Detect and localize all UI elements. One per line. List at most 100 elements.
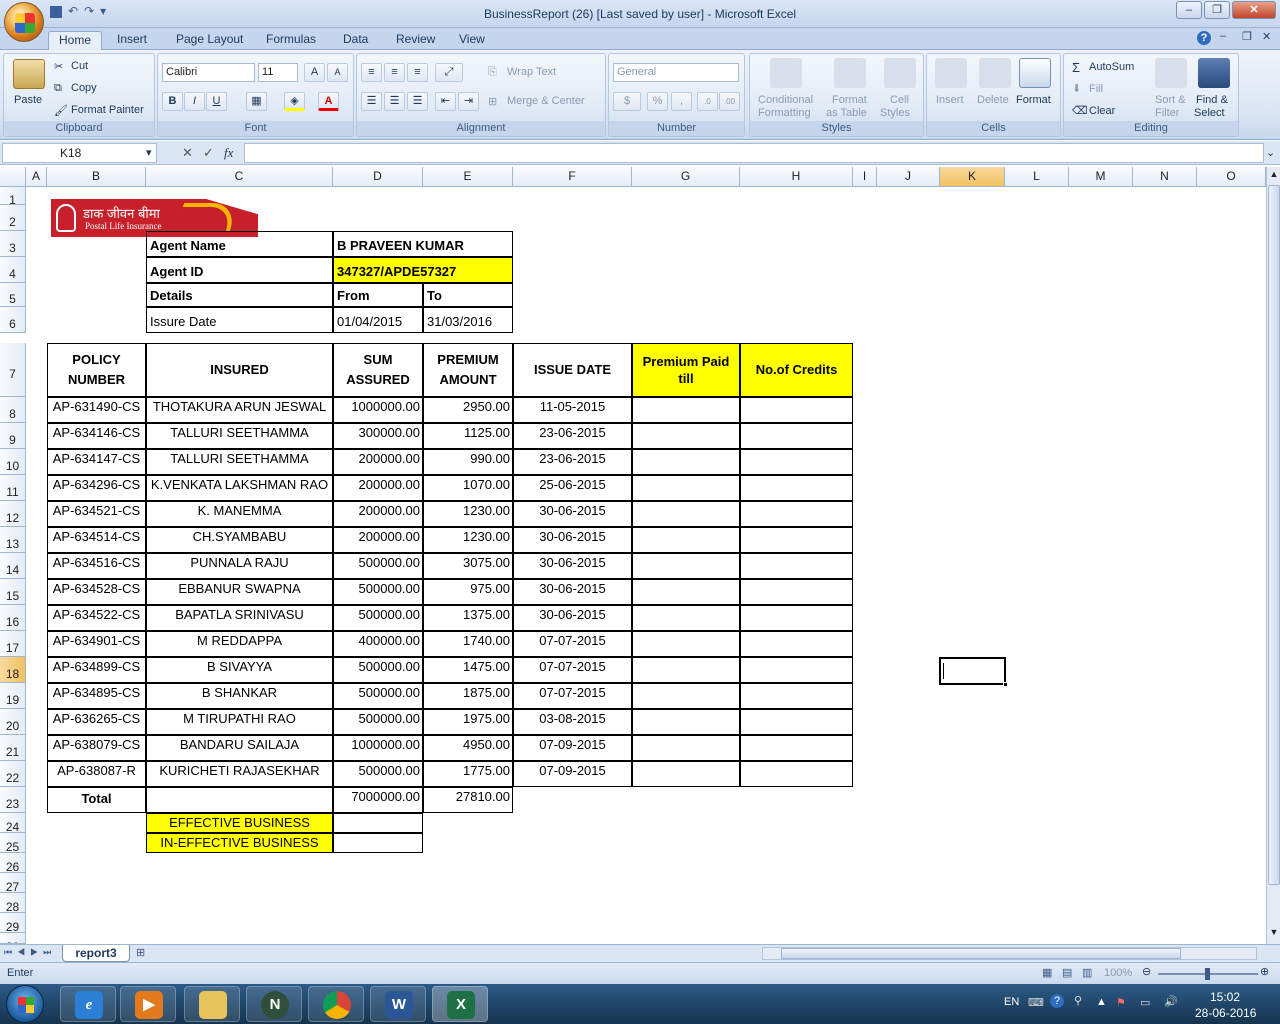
premium-amount-cell[interactable]: 1775.00 [423,761,513,787]
row-header-10[interactable]: 10 [0,449,26,475]
col-header-j[interactable]: J [877,167,940,187]
policy-number-cell[interactable]: AP-634296-CS [47,475,146,501]
no-of-credits-cell[interactable] [740,553,853,579]
col-header-h[interactable]: H [740,167,853,187]
no-of-credits-cell[interactable] [740,709,853,735]
policy-number-cell[interactable]: AP-634895-CS [47,683,146,709]
insured-cell[interactable]: CH.SYAMBABU [146,527,333,553]
agent-name-label[interactable]: Agent Name [146,231,333,257]
bold-icon[interactable]: B [162,92,183,111]
col-header-i[interactable]: I [853,167,877,187]
row-header-2[interactable]: 2 [0,205,26,231]
insured-cell[interactable]: BANDARU SAILAJA [146,735,333,761]
premium-paid-till-cell[interactable] [632,709,740,735]
fill-button[interactable]: Fill [1089,83,1103,95]
sheet-tab-report3[interactable]: report3 [62,945,130,962]
no-of-credits-cell[interactable] [740,605,853,631]
sum-assured-cell[interactable]: 1000000.00 [333,735,423,761]
orientation-icon[interactable]: ⤢ [435,63,463,82]
sum-assured-cell[interactable]: 200000.00 [333,527,423,553]
taskbar-nero[interactable]: N [246,986,302,1022]
total-insured-cell[interactable] [146,787,333,813]
sum-assured-cell[interactable]: 500000.00 [333,761,423,787]
policy-number-cell[interactable]: AP-634147-CS [47,449,146,475]
premium-paid-till-cell[interactable] [632,605,740,631]
no-of-credits-cell[interactable] [740,475,853,501]
no-of-credits-cell[interactable] [740,657,853,683]
no-of-credits-cell[interactable] [740,397,853,423]
grow-font-icon[interactable]: A [304,63,325,82]
premium-paid-till-cell[interactable] [632,735,740,761]
scroll-thumb[interactable] [1268,185,1280,885]
no-of-credits-cell[interactable] [740,501,853,527]
to-label[interactable]: To [423,283,513,307]
row-header-9[interactable]: 9 [0,423,26,449]
no-of-credits-cell[interactable] [740,579,853,605]
sort-filter-button[interactable]: Sort & [1155,94,1186,106]
issue-date-cell[interactable]: 07-07-2015 [513,657,632,683]
col-header-n[interactable]: N [1133,167,1197,187]
copy-button[interactable]: Copy [71,82,97,94]
insured-cell[interactable]: TALLURI SEETHAMMA [146,449,333,475]
issue-date-cell[interactable]: 30-06-2015 [513,553,632,579]
vertical-scrollbar[interactable]: ▲ ▼ [1266,167,1280,944]
no-of-credits-cell[interactable] [740,449,853,475]
col-header-o[interactable]: O [1197,167,1266,187]
row-header-18[interactable]: 18 [0,657,26,683]
row-header-15[interactable]: 15 [0,579,26,605]
premium-amount-cell[interactable]: 3075.00 [423,553,513,579]
issue-date-cell[interactable]: 30-06-2015 [513,605,632,631]
insert-cells-button[interactable]: Insert [936,94,964,106]
issue-date-cell[interactable]: 07-07-2015 [513,631,632,657]
header-insured[interactable]: INSURED [146,343,333,397]
premium-amount-cell[interactable]: 1230.00 [423,527,513,553]
scroll-up-icon[interactable]: ▲ [1268,169,1280,183]
premium-paid-till-cell[interactable] [632,579,740,605]
insured-cell[interactable]: KURICHETI RAJASEKHAR [146,761,333,787]
row-header-13[interactable]: 13 [0,527,26,553]
col-header-c[interactable]: C [146,167,333,187]
select-all-corner[interactable] [0,167,26,187]
language-indicator[interactable]: EN [1004,996,1019,1008]
issue-date-cell[interactable]: 25-06-2015 [513,475,632,501]
name-box[interactable]: K18 [2,143,157,163]
premium-paid-till-cell[interactable] [632,449,740,475]
keyboard-icon[interactable]: ⌨ [1028,996,1044,1009]
row-header-12[interactable]: 12 [0,501,26,527]
no-of-credits-cell[interactable] [740,735,853,761]
sum-assured-cell[interactable]: 200000.00 [333,475,423,501]
sheet-nav-icons[interactable]: ⏮◀▶⏭ [4,947,56,958]
taskbar-excel[interactable]: X [432,986,488,1022]
policy-number-cell[interactable]: AP-636265-CS [47,709,146,735]
sum-assured-cell[interactable]: 500000.00 [333,553,423,579]
row-header-8[interactable]: 8 [0,397,26,423]
row-header-20[interactable]: 20 [0,709,26,735]
tab-page-layout[interactable]: Page Layout [166,31,253,50]
premium-paid-till-cell[interactable] [632,761,740,787]
taskbar-media-player[interactable]: ▶ [120,986,176,1022]
col-header-m[interactable]: M [1069,167,1133,187]
tab-view[interactable]: View [449,31,495,50]
premium-paid-till-cell[interactable] [632,631,740,657]
underline-icon[interactable]: U [206,92,227,111]
issue-date-cell[interactable]: 30-06-2015 [513,579,632,605]
merge-center-button[interactable]: Merge & Center [507,95,585,107]
find-select-button[interactable]: Find & [1196,94,1228,106]
formula-input[interactable] [244,143,1264,163]
show-hidden-icons[interactable]: ▲ [1096,996,1107,1008]
taskbar-word[interactable]: W [370,986,426,1022]
premium-amount-cell[interactable]: 1475.00 [423,657,513,683]
cancel-entry-icon[interactable]: ✕ [182,145,193,161]
insert-function-icon[interactable]: fx [224,145,233,161]
premium-paid-till-cell[interactable] [632,501,740,527]
borders-icon[interactable]: ▦ [246,92,267,111]
row-header-6[interactable]: 6 [0,307,26,333]
issue-date-cell[interactable]: 23-06-2015 [513,423,632,449]
sum-assured-cell[interactable]: 500000.00 [333,579,423,605]
tab-formulas[interactable]: Formulas [256,31,326,50]
from-date-value[interactable]: 01/04/2015 [333,307,423,333]
policy-number-cell[interactable]: AP-638079-CS [47,735,146,761]
align-middle-icon[interactable]: ≡ [384,63,405,82]
premium-amount-cell[interactable]: 975.00 [423,579,513,605]
align-left-icon[interactable]: ☰ [361,92,382,111]
